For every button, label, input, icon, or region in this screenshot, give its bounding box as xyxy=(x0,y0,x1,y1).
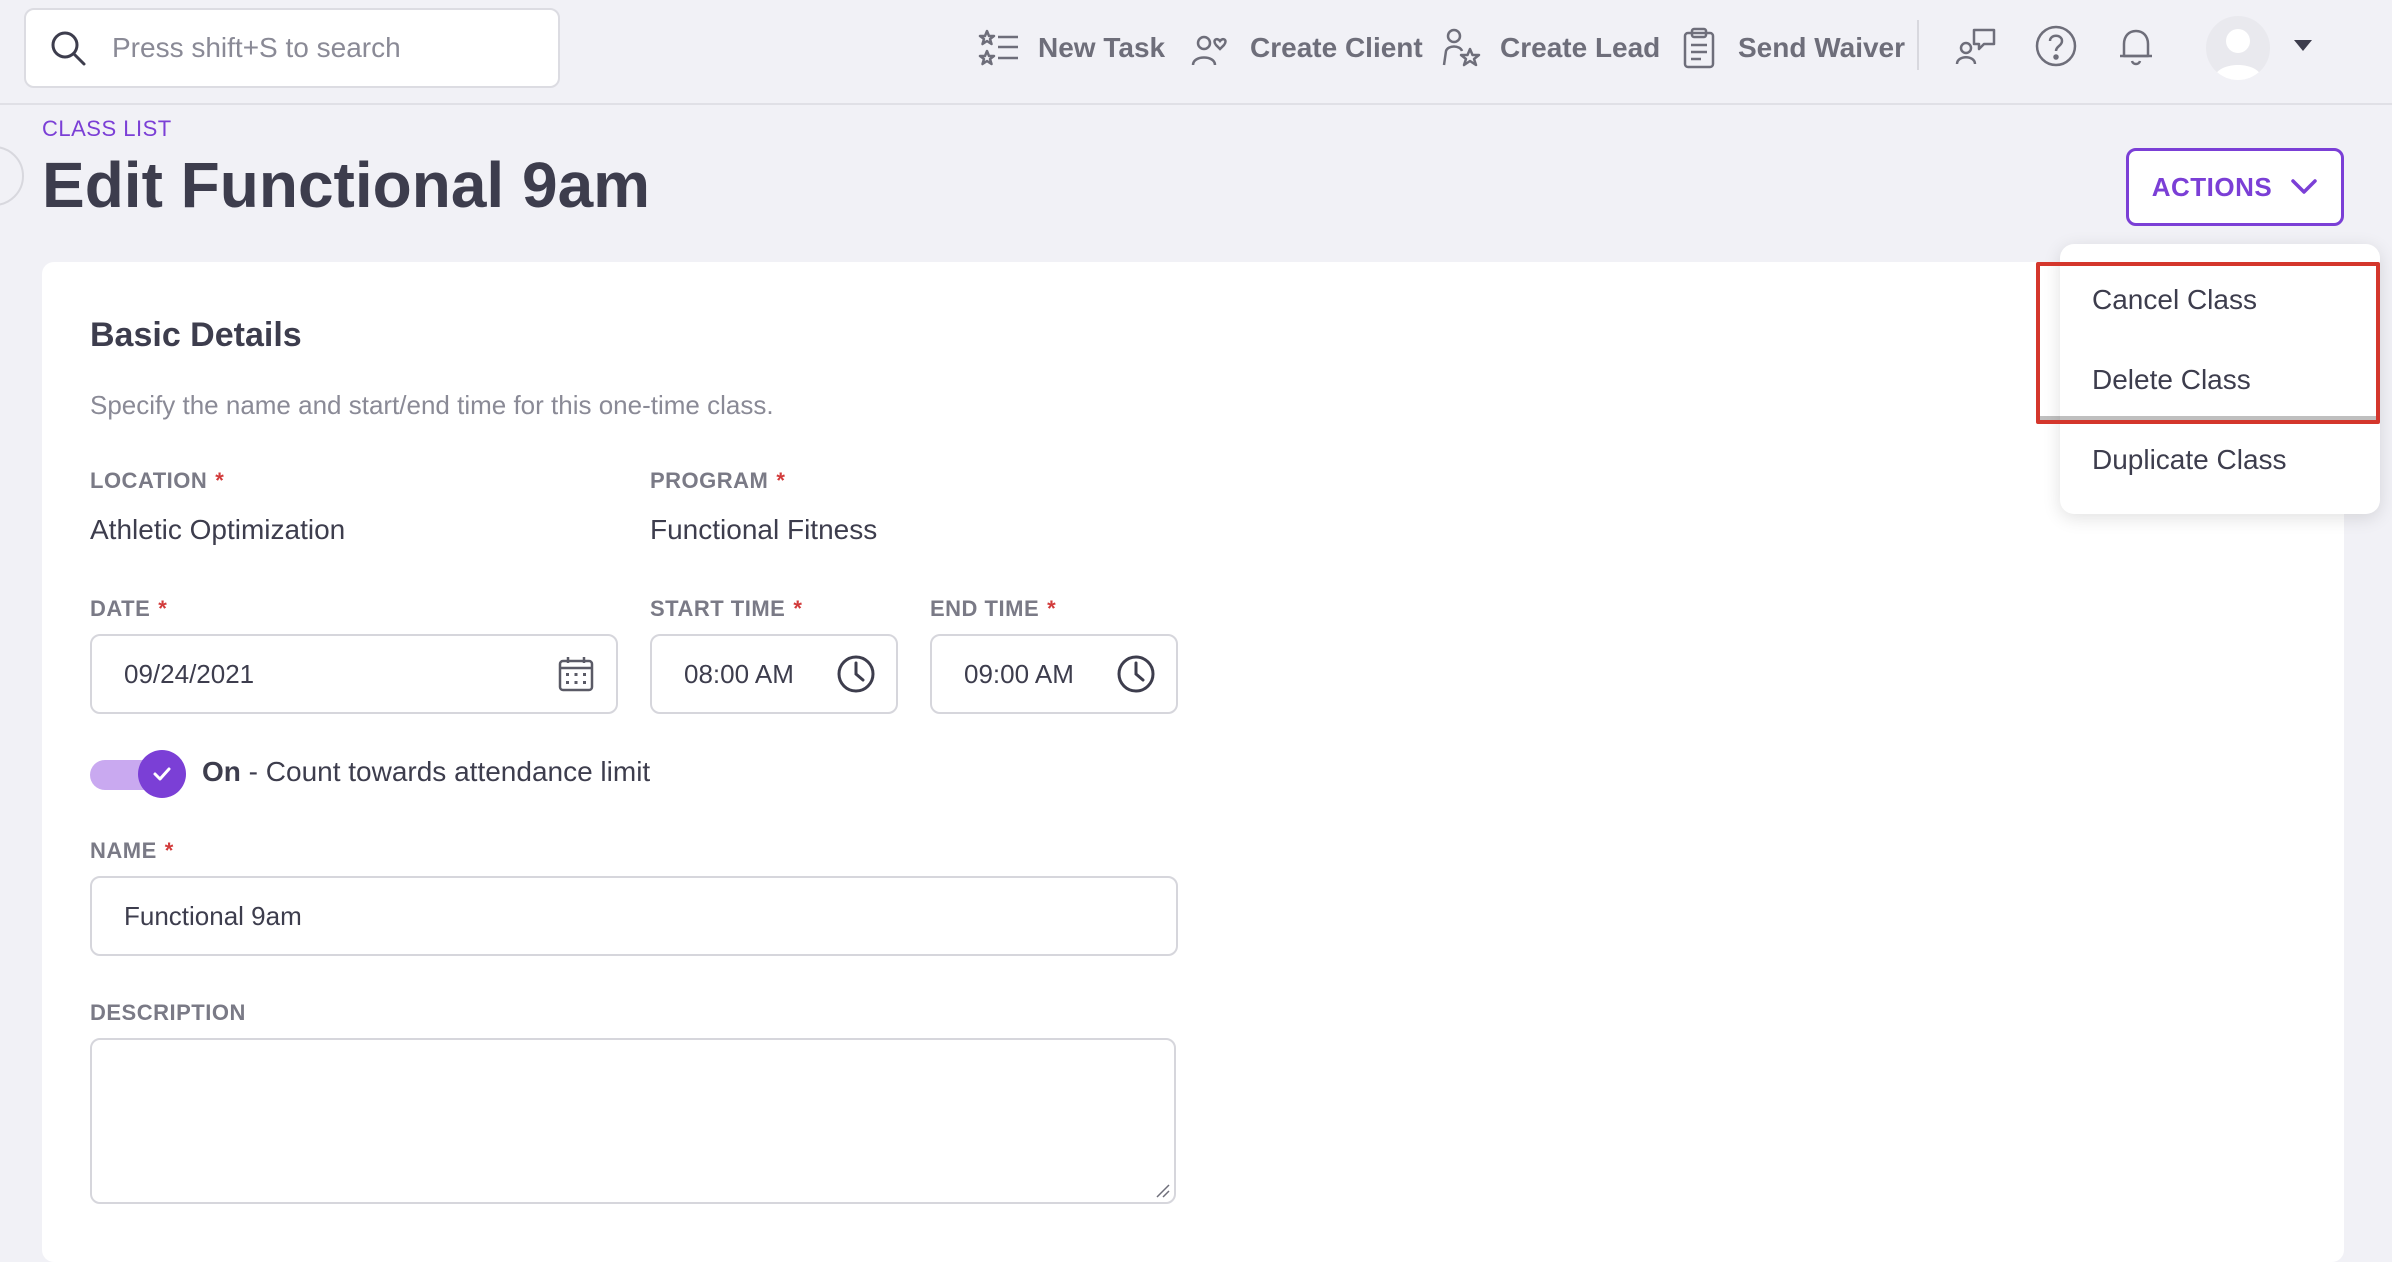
new-task-label: New Task xyxy=(1038,32,1166,63)
actions-label: ACTIONS xyxy=(2151,171,2273,202)
task-list-icon xyxy=(978,29,1018,66)
menu-item-cancel-class[interactable]: Cancel Class xyxy=(2092,284,2257,316)
create-client-button[interactable]: Create Client xyxy=(1190,24,1423,72)
top-bar: New Task Create Client Create Lead Send … xyxy=(0,0,2392,105)
start-time-label: START TIME * xyxy=(650,596,803,621)
user-star-icon xyxy=(1442,28,1481,67)
back-button[interactable] xyxy=(0,146,24,206)
page-title: Edit Functional 9am xyxy=(42,149,651,221)
clock-icon[interactable] xyxy=(836,654,876,694)
menu-item-duplicate-class[interactable]: Duplicate Class xyxy=(2092,444,2287,476)
create-client-label: Create Client xyxy=(1250,32,1423,63)
date-input[interactable] xyxy=(124,658,439,690)
actions-dropdown-menu: Cancel Class Delete Class Duplicate Clas… xyxy=(2060,244,2380,514)
description-textarea[interactable] xyxy=(90,1038,1176,1204)
attendance-limit-text: On - Count towards attendance limit xyxy=(202,756,651,787)
toggle-knob xyxy=(138,750,186,798)
name-label: NAME * xyxy=(90,838,174,863)
chat-user-icon[interactable] xyxy=(1954,24,1998,68)
description-label: DESCRIPTION xyxy=(90,1000,246,1025)
section-title: Basic Details xyxy=(90,316,302,354)
send-waiver-label: Send Waiver xyxy=(1738,32,1906,63)
calendar-icon[interactable] xyxy=(556,654,596,694)
account-dropdown-caret-icon[interactable] xyxy=(2294,40,2312,52)
start-time-field[interactable] xyxy=(650,634,898,714)
help-icon[interactable] xyxy=(2034,24,2078,68)
basic-details-card: Basic Details Specify the name and start… xyxy=(42,262,2344,1262)
location-label: LOCATION * xyxy=(90,468,225,493)
name-input[interactable] xyxy=(124,900,775,932)
resize-handle-icon[interactable] xyxy=(1154,1182,1170,1198)
date-label: DATE * xyxy=(90,596,168,621)
start-time-input[interactable] xyxy=(684,658,831,690)
chevron-down-icon xyxy=(2291,179,2317,194)
toolbar-divider xyxy=(1917,20,1919,70)
program-label: PROGRAM * xyxy=(650,468,786,493)
actions-button[interactable]: ACTIONS xyxy=(2126,148,2344,226)
end-time-label: END TIME * xyxy=(930,596,1057,621)
end-time-field[interactable] xyxy=(930,634,1178,714)
menu-item-delete-class[interactable]: Delete Class xyxy=(2092,364,2251,396)
date-field[interactable] xyxy=(90,634,618,714)
create-lead-button[interactable]: Create Lead xyxy=(1440,24,1660,72)
search-icon xyxy=(51,31,86,66)
name-field[interactable] xyxy=(90,876,1178,956)
end-time-input[interactable] xyxy=(964,658,1111,690)
user-avatar-icon xyxy=(2214,29,2262,80)
notification-bell-icon[interactable] xyxy=(2114,24,2158,68)
breadcrumb[interactable]: CLASS LIST xyxy=(42,116,172,142)
clock-icon[interactable] xyxy=(1116,654,1156,694)
user-heart-icon xyxy=(1191,35,1227,66)
check-icon xyxy=(153,767,171,781)
create-lead-label: Create Lead xyxy=(1500,32,1661,63)
avatar[interactable] xyxy=(2206,16,2270,80)
search-input[interactable] xyxy=(112,32,552,64)
clipboard-icon xyxy=(1683,27,1715,69)
new-task-button[interactable]: New Task xyxy=(978,24,1165,72)
attendance-limit-toggle[interactable] xyxy=(90,750,186,798)
search-box[interactable] xyxy=(24,8,560,88)
location-value: Athletic Optimization xyxy=(90,514,346,545)
send-waiver-button[interactable]: Send Waiver xyxy=(1678,24,1905,72)
program-value: Functional Fitness xyxy=(650,514,878,545)
section-description: Specify the name and start/end time for … xyxy=(90,390,774,420)
